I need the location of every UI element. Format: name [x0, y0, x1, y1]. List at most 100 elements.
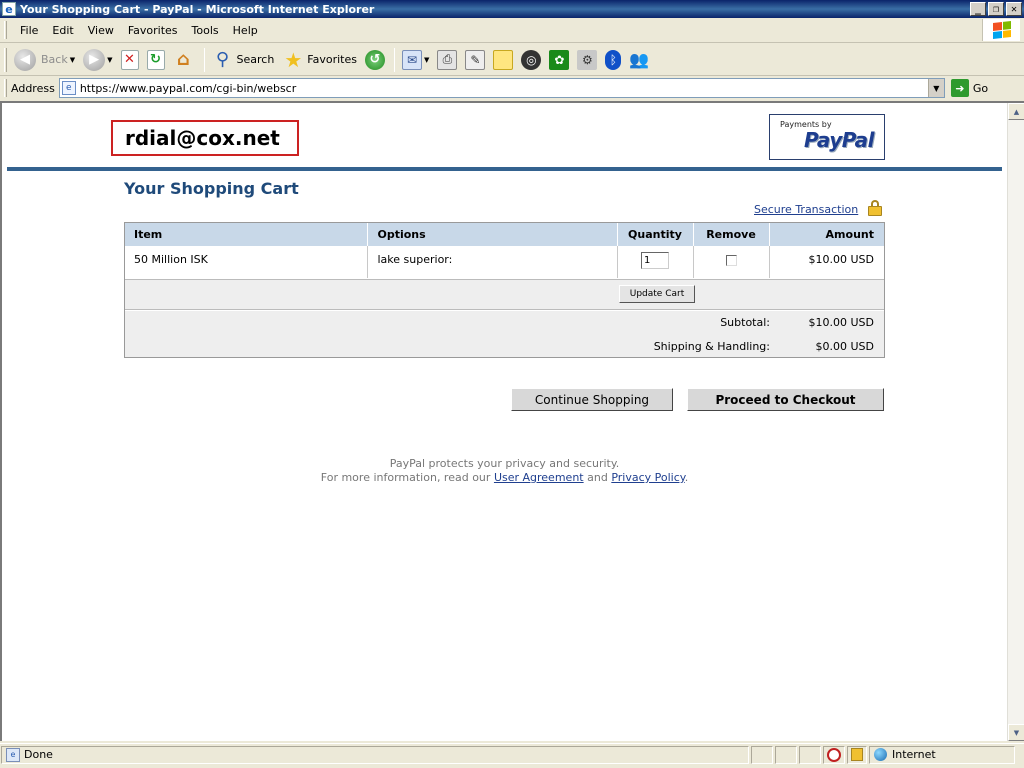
status-text: Done — [24, 748, 53, 761]
address-input[interactable]: e https://www.paypal.com/cgi-bin/webscr … — [58, 78, 945, 98]
forward-arrow-icon: ▶ — [83, 48, 106, 71]
menu-tools[interactable]: Tools — [185, 22, 226, 39]
notes-button[interactable] — [490, 47, 516, 73]
forward-dropdown-icon[interactable]: ▼ — [107, 56, 112, 64]
scroll-down-icon[interactable]: ▼ — [1008, 724, 1024, 741]
address-url[interactable]: https://www.paypal.com/cgi-bin/webscr — [80, 82, 928, 95]
content-viewport: rdial@cox.net Payments by PayPal Your Sh… — [0, 101, 1024, 741]
ssl-lock-panel[interactable] — [847, 745, 867, 764]
history-button[interactable]: ↺ — [362, 47, 388, 73]
privacy-footer: PayPal protects your privacy and securit… — [202, 457, 807, 485]
menu-grip[interactable] — [4, 21, 7, 39]
toolbar-separator — [394, 47, 395, 72]
subtotal-row: Subtotal: $10.00 USD — [125, 316, 884, 336]
menu-help[interactable]: Help — [226, 22, 265, 39]
print-button[interactable]: ⎙ — [434, 47, 460, 73]
subtotal-value: $10.00 USD — [808, 316, 875, 329]
privacy-report-panel[interactable] — [823, 745, 845, 764]
proceed-to-checkout-button[interactable]: Proceed to Checkout — [687, 388, 884, 411]
user-agreement-link[interactable]: User Agreement — [494, 471, 584, 484]
home-button[interactable]: ⌂ — [170, 47, 198, 73]
totals-section: Subtotal: $10.00 USD Shipping & Handling… — [125, 311, 884, 357]
footer-prefix: For more information, read our — [320, 471, 491, 484]
refresh-icon: ↻ — [146, 49, 165, 70]
back-button[interactable]: ◀ Back ▼ — [11, 47, 78, 73]
edit-button[interactable]: ✎ — [462, 47, 488, 73]
menu-edit[interactable]: Edit — [45, 22, 80, 39]
back-label: Back — [41, 53, 68, 66]
col-options: Options — [366, 222, 617, 246]
search-label: Search — [236, 53, 275, 66]
go-button[interactable]: ➜ Go — [950, 79, 988, 97]
page-title: Your Shopping Cart — [124, 179, 299, 198]
mail-button[interactable]: ✉ ▼ — [399, 47, 432, 73]
icq-flower-icon: ✿ — [549, 49, 570, 70]
bluetooth-button[interactable]: ᛒ — [602, 47, 624, 73]
messenger-button[interactable]: 👥 — [626, 47, 652, 73]
footer-line-1: PayPal protects your privacy and securit… — [389, 457, 620, 470]
back-arrow-icon: ◀ — [14, 48, 36, 71]
address-bar: Address e https://www.paypal.com/cgi-bin… — [0, 77, 1024, 99]
shipping-label: Shipping & Handling: — [653, 340, 770, 353]
forward-button[interactable]: ▶ ▼ — [80, 47, 115, 73]
edit-icon: ✎ — [465, 49, 486, 70]
research-button[interactable]: ◎ — [518, 47, 544, 73]
back-dropdown-icon[interactable]: ▼ — [70, 56, 75, 64]
stop-icon: ✕ — [120, 49, 139, 70]
remove-checkbox[interactable] — [725, 255, 737, 266]
status-panel-blank — [775, 745, 797, 764]
research-icon: ◎ — [521, 49, 542, 70]
address-dropdown-icon[interactable]: ▼ — [927, 79, 944, 97]
page-icon: e — [61, 81, 76, 95]
update-cart-button[interactable]: Update Cart — [619, 285, 695, 303]
close-button[interactable]: ✕ — [1006, 2, 1022, 16]
paypal-badge: Payments by PayPal — [769, 114, 885, 160]
toolbar-grip[interactable] — [4, 47, 7, 72]
secure-transaction-link[interactable]: Secure Transaction — [754, 203, 858, 216]
address-label: Address — [11, 81, 55, 95]
refresh-button[interactable]: ↻ — [144, 47, 168, 73]
toolbar-separator — [203, 47, 205, 72]
address-grip[interactable] — [4, 79, 7, 97]
col-quantity: Quantity — [616, 222, 693, 246]
home-icon: ⌂ — [177, 49, 190, 70]
cell-options: lake superior: — [366, 246, 617, 278]
shipping-row: Shipping & Handling: $0.00 USD — [125, 340, 884, 360]
window-controls: _ ❐ ✕ — [970, 2, 1022, 16]
mail-icon: ✉ — [402, 49, 422, 70]
search-button[interactable]: ⚲ Search — [209, 47, 278, 73]
update-cart-row: Update Cart — [125, 279, 884, 310]
menu-view[interactable]: View — [81, 22, 121, 39]
cart-table: Item Options Quantity Remove Amount 50 M… — [124, 222, 884, 278]
windows-flag-icon — [992, 21, 1011, 39]
icq-button[interactable]: ✿ — [546, 47, 572, 73]
menu-favorites[interactable]: Favorites — [121, 22, 185, 39]
tools-button[interactable]: ⚙ — [574, 47, 600, 73]
cell-item: 50 Million ISK — [134, 253, 208, 266]
vertical-scrollbar[interactable]: ▲ ▼ — [1007, 103, 1024, 741]
cart-header-row: Item Options Quantity Remove Amount — [124, 222, 884, 246]
window-title-bar[interactable]: e Your Shopping Cart - PayPal - Microsof… — [0, 0, 1024, 18]
quantity-input[interactable] — [641, 252, 669, 269]
ssl-lock-icon — [851, 748, 863, 761]
mail-dropdown-icon[interactable]: ▼ — [424, 56, 429, 64]
menu-file[interactable]: File — [13, 22, 45, 39]
restore-button[interactable]: ❐ — [988, 2, 1004, 16]
history-icon: ↺ — [365, 49, 385, 70]
col-remove: Remove — [692, 222, 769, 246]
window-title: Your Shopping Cart - PayPal - Microsoft … — [20, 2, 375, 16]
status-bar: e Done Internet — [0, 743, 1024, 765]
page-done-icon: e — [6, 747, 20, 762]
security-zone-panel[interactable]: Internet — [869, 745, 1015, 764]
ie-app-icon[interactable]: e — [2, 2, 16, 16]
minimize-button[interactable]: _ — [970, 2, 986, 16]
scroll-up-icon[interactable]: ▲ — [1008, 103, 1024, 120]
footer-line-2: For more information, read our User Agre… — [202, 471, 807, 485]
stop-button[interactable]: ✕ — [118, 47, 142, 73]
go-arrow-icon: ➜ — [950, 79, 969, 97]
status-panel-blank — [799, 745, 821, 764]
privacy-policy-link[interactable]: Privacy Policy — [611, 471, 684, 484]
favorites-button[interactable]: ★ Favorites — [279, 47, 360, 73]
continue-shopping-button[interactable]: Continue Shopping — [511, 388, 673, 411]
paypal-logo: PayPal — [803, 128, 875, 152]
